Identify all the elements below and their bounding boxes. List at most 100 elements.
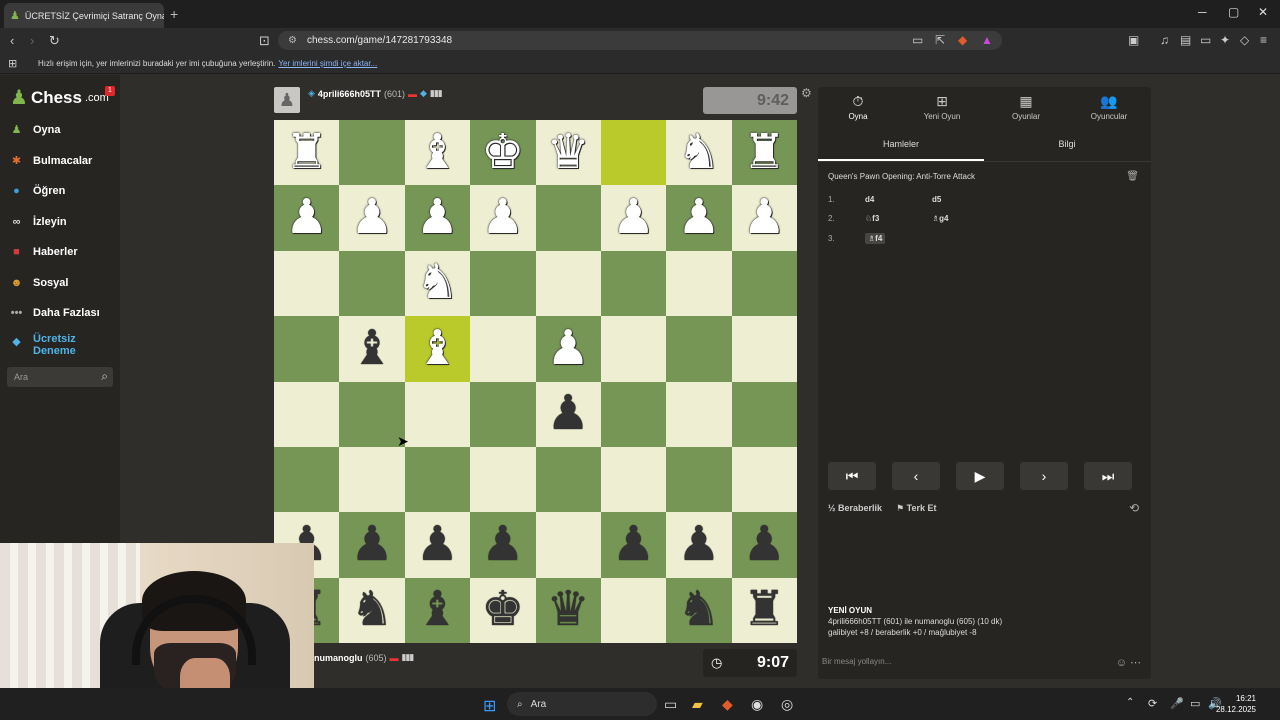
obs-icon[interactable]: ◉ bbox=[751, 696, 763, 713]
mic-icon[interactable]: 🎤 bbox=[1170, 697, 1184, 710]
sidebar-item-watch[interactable]: ∞ İzleyin bbox=[8, 213, 67, 230]
board-square[interactable] bbox=[404, 446, 471, 513]
board-square[interactable]: ♟ bbox=[470, 185, 536, 251]
apps-icon[interactable]: ⊞ bbox=[8, 57, 17, 70]
subtab-info[interactable]: Bilgi bbox=[984, 139, 1150, 149]
board-square[interactable] bbox=[666, 250, 732, 317]
board-square[interactable]: ♚ bbox=[470, 577, 536, 643]
app-icon[interactable]: ◎ bbox=[781, 696, 793, 713]
board-square[interactable]: ♟ bbox=[600, 512, 667, 578]
black-knight-icon[interactable]: ♞ bbox=[677, 586, 720, 634]
black-knight-icon[interactable]: ♞ bbox=[351, 586, 394, 634]
draw-button[interactable]: ½ Beraberlik bbox=[828, 503, 882, 514]
board-square[interactable] bbox=[535, 185, 601, 251]
tab-play[interactable]: ⏱ Oyna bbox=[818, 93, 898, 121]
subtab-moves[interactable]: Hamleler bbox=[818, 139, 984, 161]
chat-input[interactable]: Bir mesaj yollayın... bbox=[822, 657, 891, 666]
sidebar-item-free-trial[interactable]: ◆ Ücretsiz Deneme bbox=[8, 333, 93, 357]
black-pawn-icon[interactable]: ♟ bbox=[743, 520, 786, 569]
taskbar-search[interactable]: ⌕ Ara bbox=[507, 692, 657, 716]
white-pawn-icon[interactable]: ♟ bbox=[743, 194, 786, 242]
menu-icon[interactable]: ≡ bbox=[1260, 33, 1267, 47]
board-square[interactable]: ♟ bbox=[274, 185, 340, 251]
board-square[interactable]: ♟ bbox=[404, 185, 471, 251]
vpn-icon[interactable]: ◇ bbox=[1240, 33, 1249, 47]
sidebar-item-learn[interactable]: ● Öğren bbox=[8, 182, 65, 199]
board-square[interactable]: ♝ bbox=[404, 120, 471, 186]
network-icon[interactable]: ▭ bbox=[1190, 697, 1200, 710]
board-square[interactable] bbox=[600, 250, 667, 317]
board-square[interactable]: ♟ bbox=[731, 512, 797, 578]
board-square[interactable] bbox=[535, 446, 601, 513]
board-square[interactable] bbox=[666, 446, 732, 513]
white-pawn-icon[interactable]: ♟ bbox=[547, 324, 590, 373]
shield-icon[interactable]: ◆ bbox=[958, 33, 967, 47]
white-move[interactable]: ♘f3 bbox=[865, 214, 932, 223]
white-knight-icon[interactable]: ♞ bbox=[416, 259, 459, 307]
board-square[interactable]: ♛ bbox=[535, 577, 601, 643]
board-square[interactable]: ♛ bbox=[535, 120, 601, 186]
board-square[interactable] bbox=[600, 446, 667, 513]
resign-button[interactable]: ⚑ Terk Et bbox=[896, 503, 936, 514]
board-square[interactable] bbox=[666, 381, 732, 447]
previous-move-button[interactable]: ‹ bbox=[892, 462, 940, 490]
board-square[interactable]: ♝ bbox=[404, 577, 471, 643]
board-square[interactable] bbox=[404, 381, 471, 447]
black-pawn-icon[interactable]: ♟ bbox=[351, 520, 394, 569]
board-square[interactable]: ♟ bbox=[731, 185, 797, 251]
flip-board-icon[interactable]: ⟲ bbox=[1129, 501, 1139, 515]
board-square[interactable]: ♟ bbox=[339, 185, 405, 251]
white-pawn-icon[interactable]: ♟ bbox=[285, 194, 328, 242]
board-square[interactable] bbox=[339, 250, 405, 317]
play-button[interactable]: ▶ bbox=[956, 462, 1004, 490]
board-square[interactable]: ♝ bbox=[339, 316, 405, 382]
board-square[interactable] bbox=[339, 446, 405, 513]
black-pawn-icon[interactable]: ♟ bbox=[481, 520, 524, 569]
board-square[interactable] bbox=[731, 250, 797, 317]
black-rook-icon[interactable]: ♜ bbox=[743, 586, 786, 634]
import-bookmarks-link[interactable]: Yer imlerini şimdi içe aktar... bbox=[278, 59, 377, 68]
sidebar-toggle-icon[interactable]: ▣ bbox=[1128, 33, 1139, 47]
back-icon[interactable]: ‹ bbox=[10, 33, 14, 48]
board-square[interactable]: ♚ bbox=[470, 120, 536, 186]
new-tab-icon[interactable]: + bbox=[170, 6, 178, 22]
white-pawn-icon[interactable]: ♟ bbox=[416, 194, 459, 242]
black-pawn-icon[interactable]: ♟ bbox=[547, 390, 590, 438]
black-bishop-icon[interactable]: ♝ bbox=[416, 586, 459, 634]
notification-badge[interactable]: 1 bbox=[105, 86, 115, 96]
panel-icon[interactable]: ▤ bbox=[1180, 33, 1191, 47]
board-square[interactable]: ♞ bbox=[404, 250, 471, 317]
chevron-up-icon[interactable]: ⌃ bbox=[1126, 697, 1134, 708]
reload-icon[interactable]: ↻ bbox=[49, 33, 60, 49]
cast-icon[interactable]: ▭ bbox=[912, 33, 923, 47]
white-pawn-icon[interactable]: ♟ bbox=[481, 194, 524, 242]
white-pawn-icon[interactable]: ♟ bbox=[677, 194, 720, 242]
sidebar-item-social[interactable]: ☻ Sosyal bbox=[8, 274, 69, 291]
white-pawn-icon[interactable]: ♟ bbox=[351, 194, 394, 242]
board-square[interactable]: ♟ bbox=[535, 381, 601, 447]
board-square[interactable] bbox=[274, 446, 340, 513]
board-square[interactable] bbox=[731, 316, 797, 382]
board-square[interactable] bbox=[600, 120, 667, 186]
file-explorer-icon[interactable]: ▰ bbox=[692, 696, 703, 713]
trash-icon[interactable]: 🗑 bbox=[1126, 171, 1139, 182]
browser-tab[interactable]: ♟ ÜCRETSİZ Çevrimiçi Satranç Oyna ✕ bbox=[4, 3, 164, 28]
system-clock[interactable]: 16:21 28.12.2025 bbox=[1216, 693, 1256, 715]
board-square[interactable] bbox=[470, 381, 536, 447]
close-window-icon[interactable]: ✕ bbox=[1258, 5, 1268, 19]
white-rook-icon[interactable]: ♜ bbox=[743, 128, 786, 177]
board-square[interactable] bbox=[274, 381, 340, 447]
emoji-icon[interactable]: ☺ ⋯ bbox=[1116, 656, 1141, 669]
board-square[interactable]: ♟ bbox=[535, 316, 601, 382]
chess-board[interactable]: ♜♝♚♛♞♜♟♟♟♟♟♟♟♞♝♝♟♟♟♟♟♟♟♟♟♜♞♝♚♛♞♜ bbox=[274, 120, 797, 643]
board-square[interactable] bbox=[470, 316, 536, 382]
board-square[interactable] bbox=[274, 250, 340, 317]
music-icon[interactable]: ♫ bbox=[1160, 33, 1169, 47]
black-move[interactable]: ♗g4 bbox=[932, 214, 949, 223]
tab-new-game[interactable]: ⊞ Yeni Oyun bbox=[902, 93, 982, 121]
board-square[interactable]: ♞ bbox=[339, 577, 405, 643]
site-info-icon[interactable]: ⚙ bbox=[288, 35, 297, 46]
board-square[interactable]: ♜ bbox=[731, 120, 797, 186]
top-player-info[interactable]: ◈ 4prili666h05TT (601) ▬ ◆ ▮▮▮ bbox=[308, 88, 443, 99]
sidebar-item-puzzles[interactable]: ✱ Bulmacalar bbox=[8, 152, 92, 169]
